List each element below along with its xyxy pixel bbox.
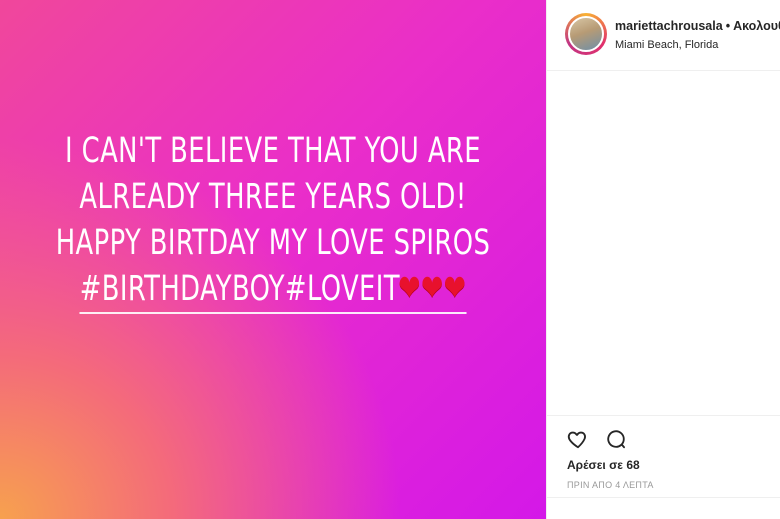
hashtags-text: #BIRTHDAYBOY#LOVEIT: [79, 269, 400, 309]
avatar[interactable]: [568, 16, 604, 52]
likes-count[interactable]: Αρέσει σε 68: [567, 458, 640, 472]
username-link[interactable]: mariettachrousala: [615, 19, 723, 33]
follow-button[interactable]: Ακολουθ: [733, 19, 780, 33]
comment-divider: [547, 497, 780, 498]
post-side-panel: mariettachrousala • Ακολουθ Miami Beach, F…: [546, 0, 780, 519]
location-link[interactable]: Miami Beach, Florida: [615, 39, 718, 51]
hearts-emoji: ❤❤❤: [398, 268, 467, 309]
separator-dot: •: [725, 19, 731, 33]
comment-icon[interactable]: [605, 428, 627, 450]
actions-section: Αρέσει σε 68 ΠΡΙΝ ΑΠΟ 4 ΛΕΠΤΑ: [547, 415, 780, 490]
post-image[interactable]: I CAN'T BELIEVE THAT YOU ARE ALREADY THR…: [0, 0, 546, 519]
heart-icon[interactable]: [567, 428, 589, 450]
post-timestamp[interactable]: ΠΡΙΝ ΑΠΟ 4 ΛΕΠΤΑ: [567, 480, 654, 490]
story-line-2: ALREADY THREE YEARS OLD!: [79, 177, 467, 217]
hashtag-line: #BIRTHDAYBOY#LOVEIT❤❤❤: [79, 266, 467, 314]
post-header: mariettachrousala • Ακολουθ Miami Beach, F…: [547, 0, 780, 71]
avatar-story-ring[interactable]: [565, 13, 607, 55]
story-line-1: I CAN'T BELIEVE THAT YOU ARE: [65, 131, 481, 171]
story-line-3: HAPPY BIRTDAY MY LOVE SPIROS: [55, 223, 491, 263]
story-text: I CAN'T BELIEVE THAT YOU ARE ALREADY THR…: [49, 128, 497, 314]
username-row: mariettachrousala • Ακολουθ: [615, 19, 780, 33]
